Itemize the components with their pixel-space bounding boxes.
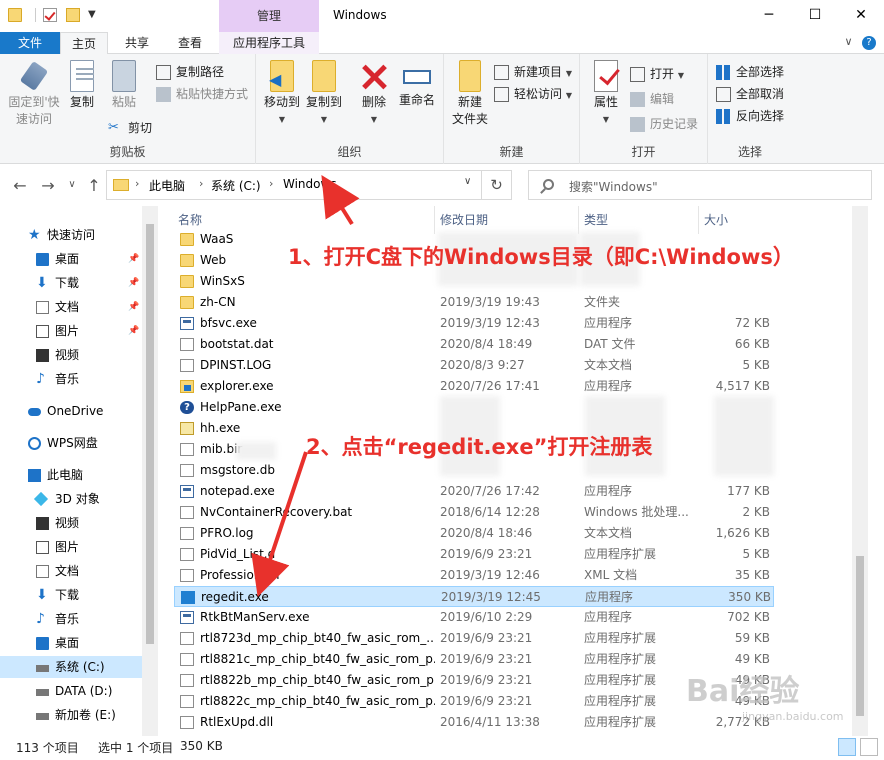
watermark-main: Bai经验 <box>686 674 800 709</box>
arrow-to-regedit <box>251 451 308 597</box>
baidu-jingyan-watermark: Bai经验 jingyan.baidu.com <box>686 666 876 730</box>
watermark-sub: jingyan.baidu.com <box>742 710 844 723</box>
arrow-to-windows-breadcrumb <box>321 175 360 226</box>
annotation-arrows <box>251 175 360 597</box>
